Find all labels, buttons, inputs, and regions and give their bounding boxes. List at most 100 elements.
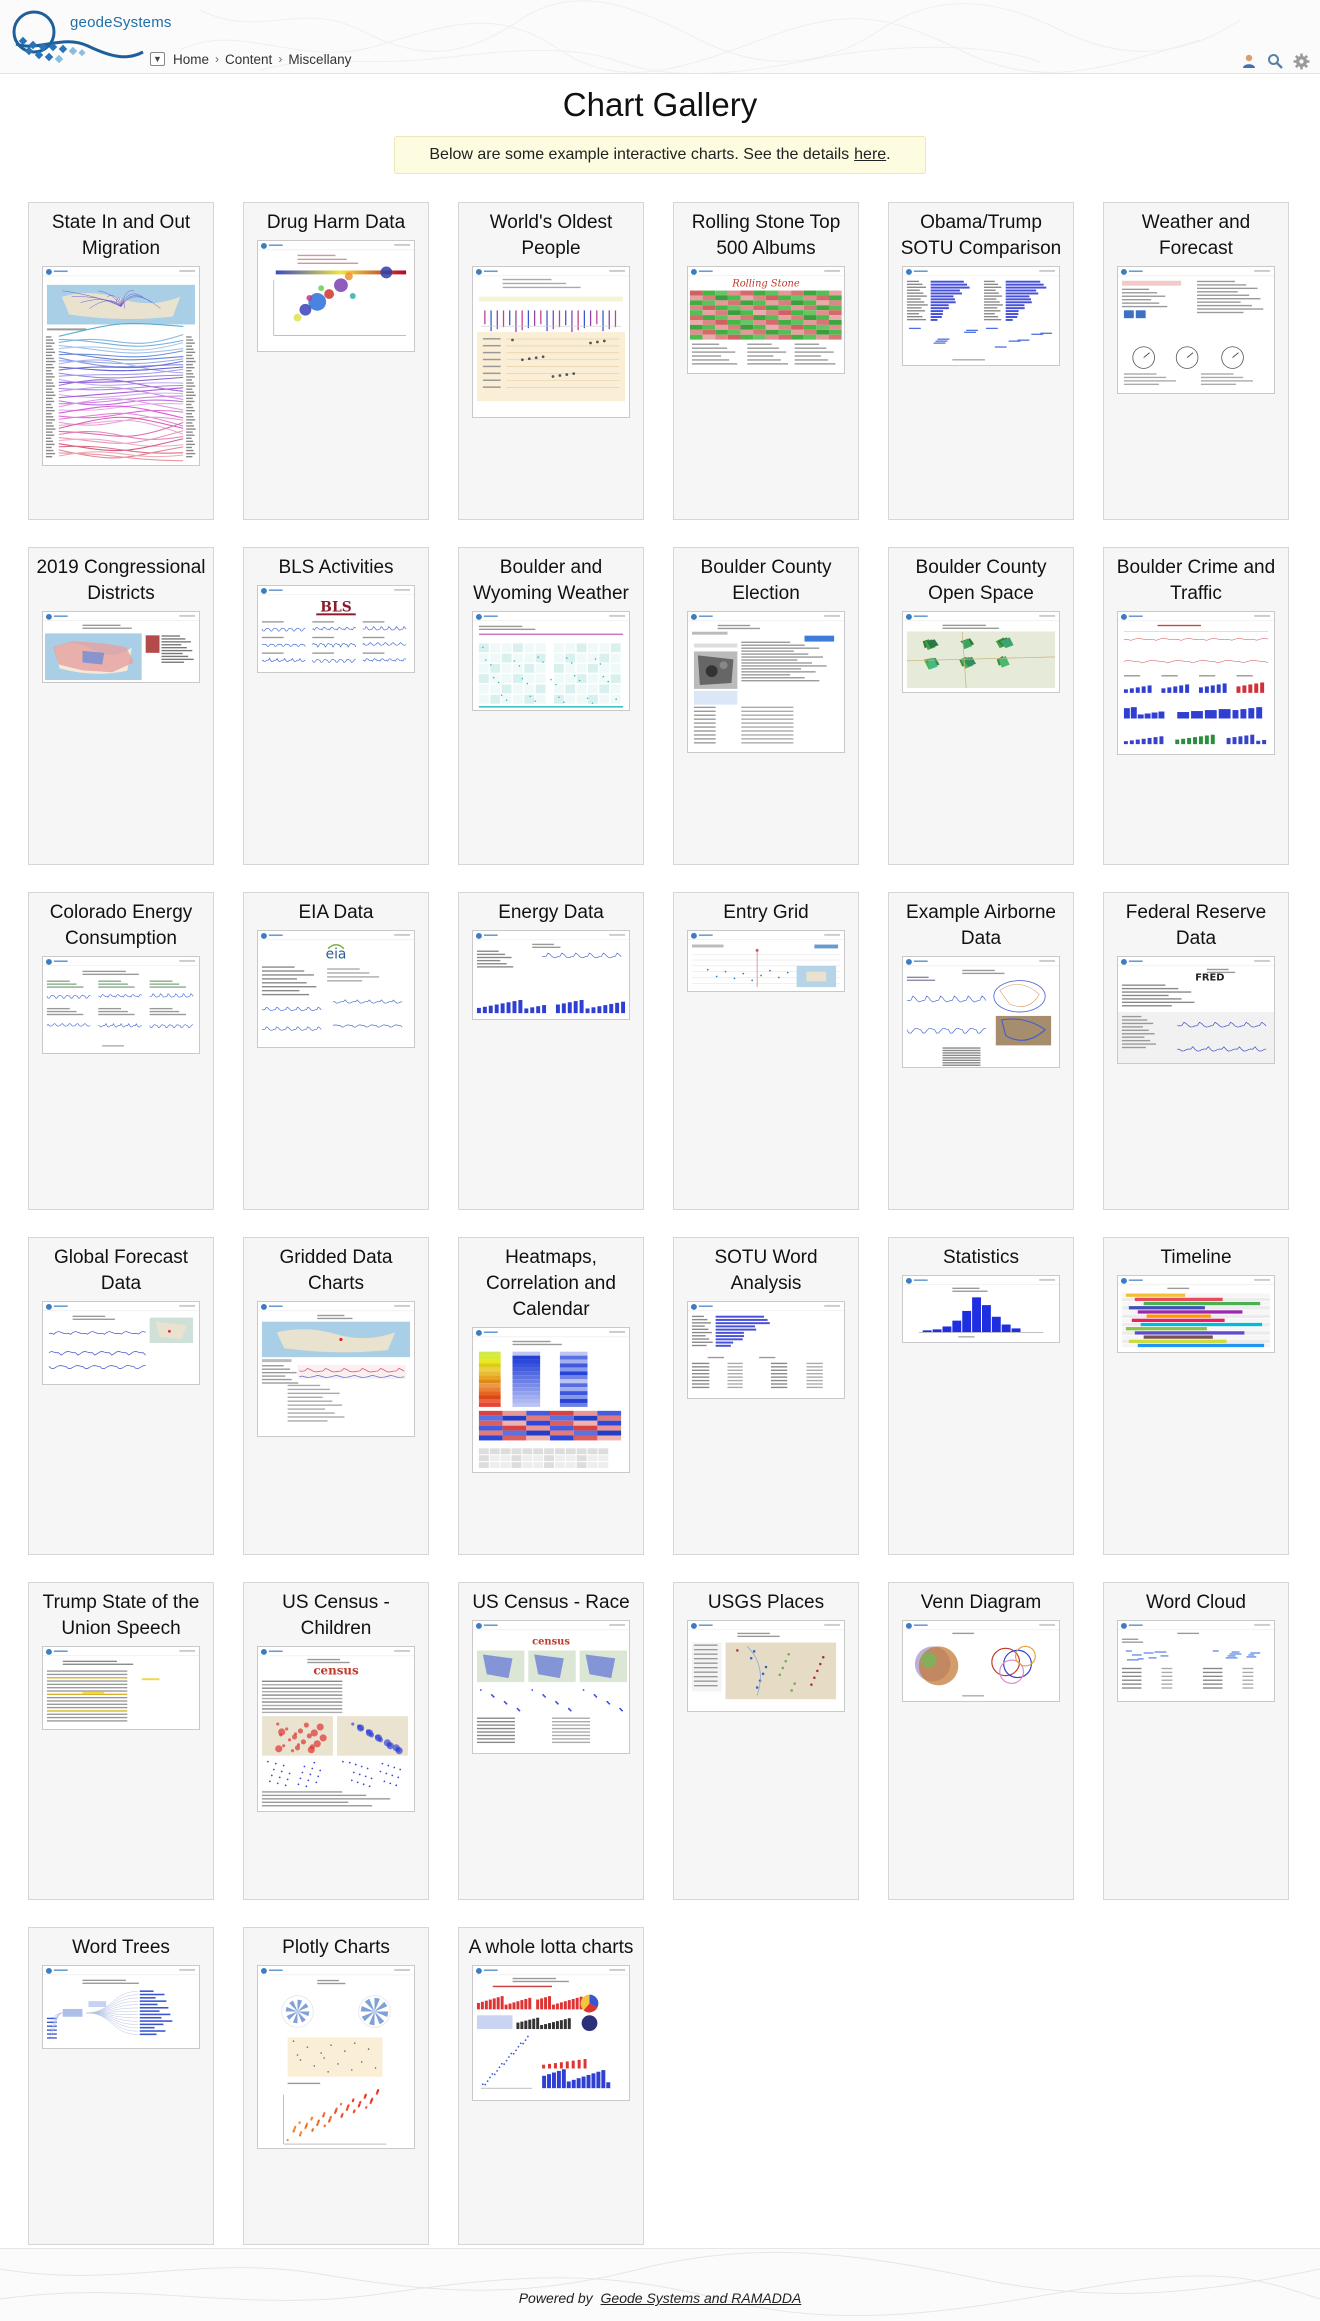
gallery-card-title[interactable]: Word Cloud xyxy=(1104,1590,1288,1616)
gallery-card-title[interactable]: 2019 Congressional Districts xyxy=(29,555,213,607)
gallery-card-title[interactable]: Entry Grid xyxy=(674,900,858,926)
gallery-card-title[interactable]: Word Trees xyxy=(29,1935,213,1961)
footer-link[interactable]: Geode Systems and RAMADDA xyxy=(601,2290,802,2306)
gallery-card-title[interactable]: State In and Out Migration xyxy=(29,210,213,262)
gallery-card[interactable]: Boulder County Election xyxy=(673,547,859,865)
gallery-card-thumbnail[interactable] xyxy=(687,1301,845,1399)
gallery-card[interactable]: 2019 Congressional Districts xyxy=(28,547,214,865)
gallery-card-thumbnail[interactable] xyxy=(42,1965,200,2049)
gallery-card-title[interactable]: SOTU Word Analysis xyxy=(674,1245,858,1297)
gallery-card[interactable]: Timeline xyxy=(1103,1237,1289,1555)
search-icon[interactable] xyxy=(1266,52,1284,70)
gallery-card[interactable]: Rolling Stone Top 500 Albums Rolling Ston… xyxy=(673,202,859,520)
geode-systems-logo[interactable]: geodeSystems xyxy=(8,4,171,70)
gallery-card-thumbnail[interactable]: BLS xyxy=(257,585,415,673)
gallery-card-thumbnail[interactable] xyxy=(42,266,200,466)
gallery-card[interactable]: US Census - Race census xyxy=(458,1582,644,1900)
gallery-card[interactable]: EIA Data eia xyxy=(243,892,429,1210)
gallery-card-thumbnail[interactable] xyxy=(1117,1275,1275,1353)
gallery-card[interactable]: Word Cloud xyxy=(1103,1582,1289,1900)
gallery-card-title[interactable]: Boulder County Open Space xyxy=(889,555,1073,607)
gallery-card-thumbnail[interactable]: FRED xyxy=(1117,956,1275,1064)
breadcrumb-toggle-icon[interactable]: ▼ xyxy=(150,52,165,66)
gallery-card-title[interactable]: Boulder Crime and Traffic xyxy=(1104,555,1288,607)
gallery-card-thumbnail[interactable]: census xyxy=(257,1646,415,1812)
gallery-card-title[interactable]: BLS Activities xyxy=(244,555,428,581)
gallery-card[interactable]: Obama/Trump SOTU Comparison xyxy=(888,202,1074,520)
gallery-card-title[interactable]: USGS Places xyxy=(674,1590,858,1616)
gallery-card-thumbnail[interactable]: eia xyxy=(257,930,415,1048)
gallery-card[interactable]: Federal Reserve Data FRED xyxy=(1103,892,1289,1210)
gallery-card[interactable]: A whole lotta charts xyxy=(458,1927,644,2245)
gallery-card-thumbnail[interactable] xyxy=(687,1620,845,1712)
gallery-card-thumbnail[interactable] xyxy=(902,266,1060,366)
gallery-card-title[interactable]: World's Oldest People xyxy=(459,210,643,262)
gallery-card[interactable]: Global Forecast Data xyxy=(28,1237,214,1555)
gallery-card-title[interactable]: Weather and Forecast xyxy=(1104,210,1288,262)
gallery-card-title[interactable]: A whole lotta charts xyxy=(459,1935,643,1961)
gallery-card[interactable]: US Census - Children census xyxy=(243,1582,429,1900)
gallery-card-title[interactable]: Global Forecast Data xyxy=(29,1245,213,1297)
gallery-card-thumbnail[interactable] xyxy=(42,611,200,683)
gallery-card-thumbnail[interactable] xyxy=(902,1275,1060,1343)
gallery-card[interactable]: Colorado Energy Consumption xyxy=(28,892,214,1210)
gallery-card-title[interactable]: EIA Data xyxy=(244,900,428,926)
gallery-card[interactable]: Energy Data xyxy=(458,892,644,1210)
gallery-card[interactable]: Trump State of the Union Speech xyxy=(28,1582,214,1900)
gallery-card[interactable]: Gridded Data Charts xyxy=(243,1237,429,1555)
gallery-card-thumbnail[interactable] xyxy=(902,956,1060,1068)
breadcrumb-item-miscellany[interactable]: Miscellany xyxy=(288,52,351,67)
gallery-card-thumbnail[interactable] xyxy=(472,266,630,418)
gallery-card-title[interactable]: Timeline xyxy=(1104,1245,1288,1271)
gallery-card-thumbnail[interactable] xyxy=(42,1301,200,1385)
gallery-card[interactable]: Example Airborne Data xyxy=(888,892,1074,1210)
gallery-card-thumbnail[interactable]: Rolling Stone xyxy=(687,266,845,374)
gallery-card[interactable]: Heatmaps, Correlation and Calendar xyxy=(458,1237,644,1555)
intro-details-link[interactable]: here xyxy=(854,146,886,164)
gallery-card[interactable]: Drug Harm Data xyxy=(243,202,429,520)
gallery-card-thumbnail[interactable] xyxy=(42,956,200,1054)
gallery-card-thumbnail[interactable] xyxy=(472,1327,630,1473)
gallery-card[interactable]: Weather and Forecast xyxy=(1103,202,1289,520)
gallery-card-title[interactable]: Trump State of the Union Speech xyxy=(29,1590,213,1642)
gallery-card-thumbnail[interactable] xyxy=(1117,266,1275,394)
gallery-card-title[interactable]: Obama/Trump SOTU Comparison xyxy=(889,210,1073,262)
gallery-card[interactable]: Plotly Charts xyxy=(243,1927,429,2245)
gallery-card-title[interactable]: US Census - Children xyxy=(244,1590,428,1642)
gallery-card-thumbnail[interactable] xyxy=(902,611,1060,693)
gallery-card[interactable]: Venn Diagram xyxy=(888,1582,1074,1900)
gallery-card[interactable]: World's Oldest People xyxy=(458,202,644,520)
gallery-card-title[interactable]: Drug Harm Data xyxy=(244,210,428,236)
gallery-card-title[interactable]: Heatmaps, Correlation and Calendar xyxy=(459,1245,643,1323)
gallery-card-thumbnail[interactable] xyxy=(257,240,415,352)
gallery-card-thumbnail[interactable] xyxy=(1117,1620,1275,1702)
gallery-card-thumbnail[interactable]: census xyxy=(472,1620,630,1754)
gallery-card[interactable]: Boulder Crime and Traffic xyxy=(1103,547,1289,865)
gallery-card-title[interactable]: Statistics xyxy=(889,1245,1073,1271)
gallery-card[interactable]: Boulder and Wyoming Weather xyxy=(458,547,644,865)
gallery-card[interactable]: State In and Out Migration xyxy=(28,202,214,520)
gear-icon[interactable] xyxy=(1292,52,1310,70)
breadcrumb-item-content[interactable]: Content xyxy=(225,52,272,67)
gallery-card-thumbnail[interactable] xyxy=(472,930,630,1020)
breadcrumb-item-home[interactable]: Home xyxy=(173,52,209,67)
gallery-card[interactable]: Entry Grid xyxy=(673,892,859,1210)
gallery-card[interactable]: BLS Activities BLS xyxy=(243,547,429,865)
gallery-card-thumbnail[interactable] xyxy=(1117,611,1275,755)
gallery-card-thumbnail[interactable] xyxy=(257,1301,415,1437)
gallery-card-title[interactable]: US Census - Race xyxy=(459,1590,643,1616)
gallery-card-title[interactable]: Federal Reserve Data xyxy=(1104,900,1288,952)
gallery-card-title[interactable]: Boulder County Election xyxy=(674,555,858,607)
gallery-card-thumbnail[interactable] xyxy=(902,1620,1060,1702)
gallery-card[interactable]: Boulder County Open Space xyxy=(888,547,1074,865)
gallery-card-thumbnail[interactable] xyxy=(42,1646,200,1730)
gallery-card-thumbnail[interactable] xyxy=(687,930,845,992)
gallery-card[interactable]: SOTU Word Analysis xyxy=(673,1237,859,1555)
gallery-card[interactable]: USGS Places xyxy=(673,1582,859,1900)
gallery-card-title[interactable]: Plotly Charts xyxy=(244,1935,428,1961)
gallery-card-thumbnail[interactable] xyxy=(472,611,630,711)
gallery-card[interactable]: Statistics xyxy=(888,1237,1074,1555)
gallery-card-title[interactable]: Energy Data xyxy=(459,900,643,926)
gallery-card-title[interactable]: Colorado Energy Consumption xyxy=(29,900,213,952)
gallery-card[interactable]: Word Trees xyxy=(28,1927,214,2245)
